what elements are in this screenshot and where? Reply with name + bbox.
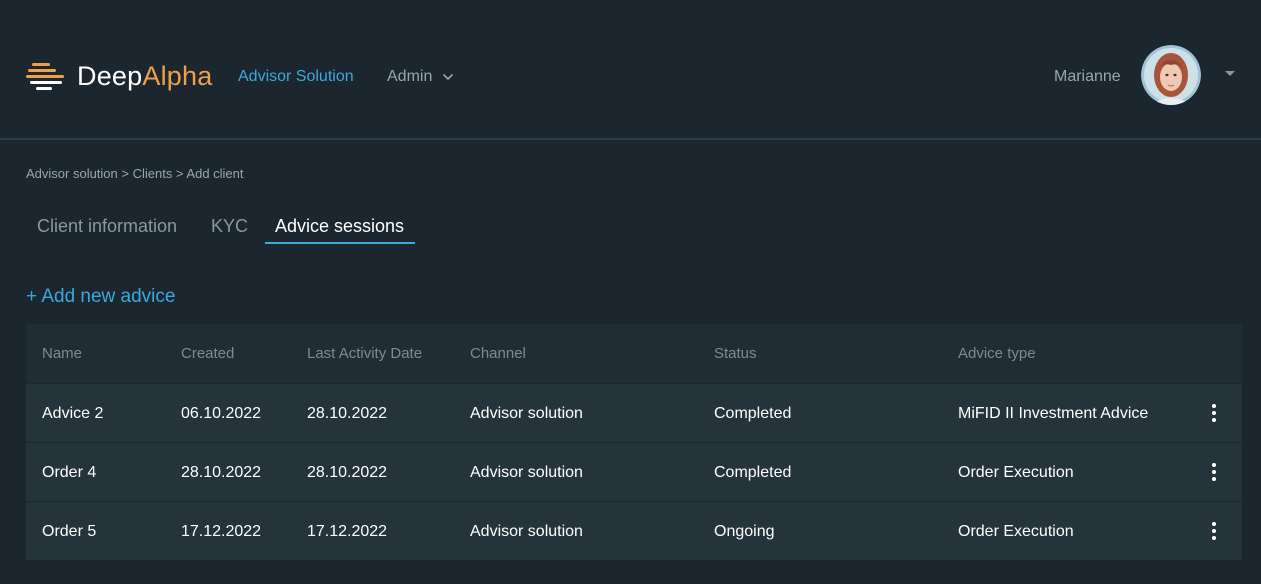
cell-created: 28.10.2022 [181, 464, 262, 481]
brand-name-part2: Alpha [142, 61, 213, 91]
chevron-down-icon [443, 73, 454, 81]
table-row[interactable]: Order 4 28.10.2022 28.10.2022 Advisor so… [26, 442, 1242, 501]
breadcrumb: Advisor solution > Clients > Add client [26, 166, 244, 181]
cell-last-activity: 28.10.2022 [307, 464, 388, 481]
more-vertical-icon[interactable] [1204, 402, 1224, 424]
column-header-last-activity[interactable]: Last Activity Date [307, 324, 422, 383]
nav-admin-menu[interactable]: Admin [387, 67, 454, 87]
cell-channel: Advisor solution [470, 464, 583, 481]
tab-kyc[interactable]: KYC [211, 212, 248, 244]
table-header-row: Name Created Last Activity Date Channel … [26, 324, 1242, 383]
cell-created: 17.12.2022 [181, 523, 262, 540]
cell-name: Order 5 [42, 523, 97, 540]
cell-advice-type: Order Execution [958, 464, 1074, 481]
cell-advice-type: MiFID II Investment Advice [958, 405, 1149, 422]
cell-name: Order 4 [42, 464, 97, 481]
table-row[interactable]: Order 5 17.12.2022 17.12.2022 Advisor so… [26, 501, 1242, 560]
column-header-channel[interactable]: Channel [470, 324, 526, 383]
user-avatar-photo [1141, 45, 1201, 105]
user-name: Marianne [1054, 68, 1121, 85]
more-vertical-icon[interactable] [1204, 461, 1224, 483]
cell-status: Completed [714, 405, 792, 422]
cell-created: 06.10.2022 [181, 405, 262, 422]
cell-status: Ongoing [714, 523, 775, 540]
more-vertical-icon[interactable] [1204, 520, 1224, 542]
cell-channel: Advisor solution [470, 405, 583, 422]
nav-admin-label: Admin [387, 68, 433, 85]
cell-name: Advice 2 [42, 405, 104, 422]
column-header-name[interactable]: Name [42, 324, 82, 383]
column-header-created[interactable]: Created [181, 324, 234, 383]
logo-stripes-icon [26, 63, 64, 90]
cell-advice-type: Order Execution [958, 523, 1074, 540]
advice-sessions-table: Name Created Last Activity Date Channel … [26, 324, 1242, 560]
cell-last-activity: 28.10.2022 [307, 405, 388, 422]
brand-logo[interactable]: DeepAlpha [26, 60, 212, 92]
brand-name-part1: Deep [77, 61, 143, 91]
column-header-advice-type[interactable]: Advice type [958, 324, 1036, 383]
tab-client-information[interactable]: Client information [37, 212, 177, 244]
cell-status: Completed [714, 464, 792, 481]
tab-advice-sessions[interactable]: Advice sessions [265, 212, 415, 244]
top-header: DeepAlpha Advisor Solution Admin Mariann… [0, 0, 1261, 140]
avatar[interactable] [1141, 45, 1201, 105]
nav-advisor-solution[interactable]: Advisor Solution [238, 67, 354, 87]
cell-channel: Advisor solution [470, 523, 583, 540]
add-new-advice-button[interactable]: + Add new advice [26, 285, 175, 309]
brand-name: DeepAlpha [77, 60, 212, 92]
caret-down-icon[interactable] [1224, 70, 1236, 78]
cell-last-activity: 17.12.2022 [307, 523, 388, 540]
table-row[interactable]: Advice 2 06.10.2022 28.10.2022 Advisor s… [26, 383, 1242, 442]
column-header-status[interactable]: Status [714, 324, 757, 383]
